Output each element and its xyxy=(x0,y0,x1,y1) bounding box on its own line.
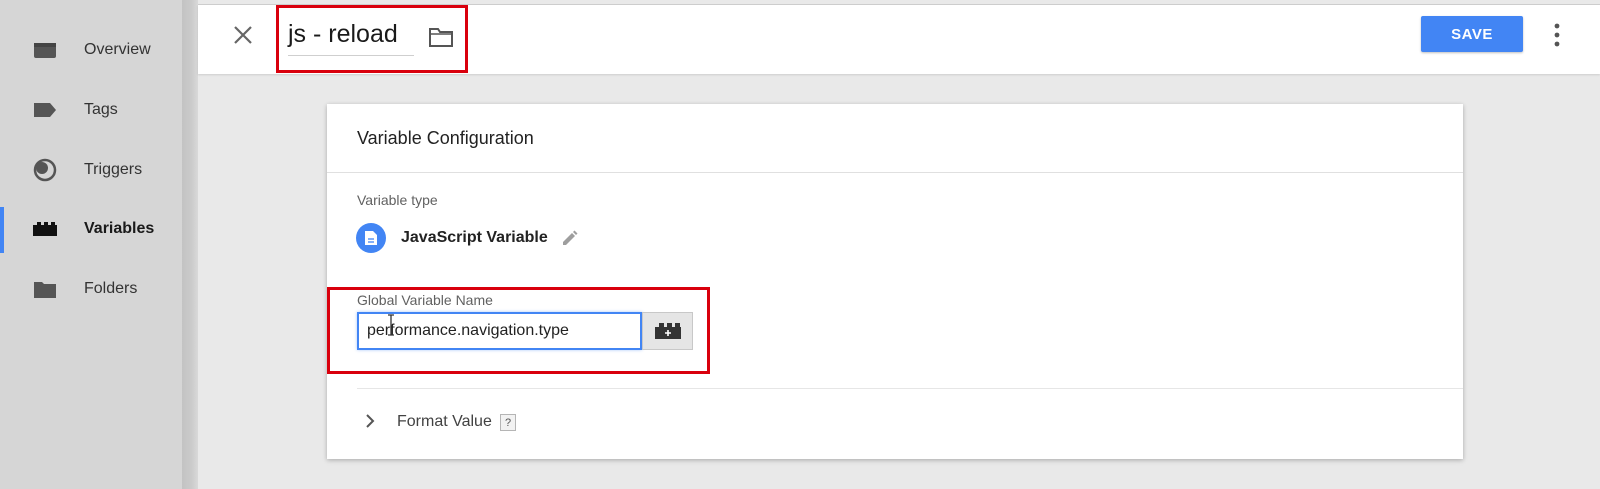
card-title: Variable Configuration xyxy=(357,128,534,148)
edit-type-button[interactable] xyxy=(561,229,579,247)
sidebar-item-overview[interactable]: Overview xyxy=(0,24,182,76)
more-options-button[interactable] xyxy=(1552,22,1562,48)
folder-picker-button[interactable] xyxy=(428,26,454,48)
variable-name-title[interactable]: js - reload xyxy=(288,20,398,49)
save-button[interactable]: SAVE xyxy=(1421,16,1523,52)
sidebar-item-label: Overview xyxy=(84,41,151,58)
tag-icon xyxy=(32,99,58,121)
close-button[interactable] xyxy=(230,22,256,48)
sidebar-item-label: Folders xyxy=(84,280,138,297)
pencil-icon xyxy=(563,230,578,245)
sidebar-item-variables[interactable]: Variables xyxy=(0,203,182,255)
global-variable-name-input[interactable] xyxy=(357,312,642,350)
close-icon xyxy=(234,26,252,44)
variable-type-name[interactable]: JavaScript Variable xyxy=(401,229,548,247)
sidebar-edge xyxy=(182,0,198,489)
sidebar-item-label: Triggers xyxy=(84,161,143,178)
sidebar-item-label: Variables xyxy=(84,220,155,237)
text-cursor-icon xyxy=(386,314,396,336)
variable-configuration-card xyxy=(327,104,1463,459)
folder-icon xyxy=(32,278,58,300)
help-icon[interactable]: ? xyxy=(500,414,516,431)
sidebar-item-tags[interactable]: Tags xyxy=(0,84,182,136)
global-variable-label: Global Variable Name xyxy=(357,292,493,308)
variable-brick-icon xyxy=(654,323,681,339)
format-divider xyxy=(357,388,1463,389)
expand-format-button[interactable] xyxy=(364,412,376,430)
more-vert-icon xyxy=(1554,23,1560,47)
document-icon xyxy=(365,231,377,245)
sidebar-item-label: Tags xyxy=(84,101,118,118)
format-value-label[interactable]: Format Value xyxy=(397,413,492,431)
sidebar-item-triggers[interactable]: Triggers xyxy=(0,144,182,196)
folder-outline-icon xyxy=(429,28,453,47)
overview-icon xyxy=(32,39,58,61)
title-underline xyxy=(288,55,414,56)
javascript-variable-icon xyxy=(356,223,386,253)
insert-variable-button[interactable] xyxy=(642,312,693,350)
sidebar-item-folders[interactable]: Folders xyxy=(0,263,182,315)
sidebar: Overview Tags Triggers Variables Folders xyxy=(0,0,182,489)
trigger-icon xyxy=(32,158,58,182)
card-divider xyxy=(327,172,1463,173)
variables-icon xyxy=(32,218,58,240)
variable-type-label: Variable type xyxy=(357,192,438,208)
chevron-right-icon xyxy=(366,414,375,428)
